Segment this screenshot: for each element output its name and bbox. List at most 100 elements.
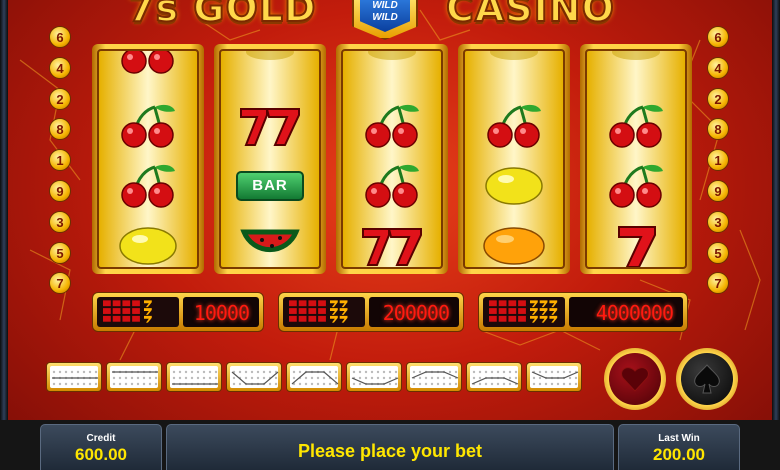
line-number-6: 6 [49, 26, 71, 48]
reel-symbol-partial [221, 51, 319, 83]
title-left: 7s GOLD [127, 0, 317, 31]
reel-5 [580, 44, 692, 274]
cherry-icon [121, 51, 174, 74]
partial-symbol-icon [246, 51, 294, 60]
reel-symbol-cherry [99, 95, 197, 157]
slot-machine: 7s GOLD WILD WILD CASINO 642819357 642819… [0, 0, 780, 470]
line-number-2: 2 [707, 87, 729, 110]
seven-icon [618, 226, 656, 267]
payline-pattern-icon [351, 370, 399, 386]
cherry-icon [609, 164, 663, 208]
reel-symbol-cherry [99, 155, 197, 217]
reel-symbol-watermelon [221, 215, 319, 267]
left-frame [0, 0, 8, 420]
message-panel: Please place your bet [166, 424, 614, 470]
reel-window [585, 49, 687, 269]
last-win-label: Last Win [658, 433, 700, 444]
line-number-7: 7 [49, 272, 71, 295]
reel-symbol-cherry [587, 95, 685, 157]
reel-window [97, 49, 199, 269]
payline-pattern-icon [172, 370, 218, 386]
payline-button-5[interactable] [286, 362, 342, 392]
last-win-value: 200.00 [653, 445, 705, 464]
status-message: Please place your bet [297, 441, 483, 461]
payline-button-1[interactable] [46, 362, 102, 392]
prize-combo-icon [97, 297, 179, 327]
footer-bar: Credit 600.00 Please place your bet Last… [0, 420, 780, 470]
prize-value: 4000000 [569, 297, 683, 327]
bar-icon: BAR [236, 171, 304, 201]
payline-button-7[interactable] [406, 362, 462, 392]
prize-panel-3: 4000000 [478, 292, 688, 332]
credit-value: 600.00 [75, 445, 127, 464]
line-number-9: 9 [707, 179, 729, 202]
line-number-2: 2 [49, 87, 71, 110]
reel-symbol-cherry [465, 95, 563, 157]
prize-combo-icon [483, 297, 565, 327]
cherry-icon [609, 104, 663, 148]
spade-icon [694, 364, 720, 394]
reel-window [341, 49, 443, 269]
cherry-icon [365, 164, 419, 208]
line-number-3: 3 [49, 210, 71, 233]
orange-icon [483, 227, 545, 265]
prize-panel-2: 200000 [278, 292, 464, 332]
double-seven-icon [362, 228, 422, 266]
cherry-icon [121, 164, 175, 208]
reel-symbol-cherry [343, 95, 441, 157]
prize-combo-icon [283, 297, 365, 327]
line-number-4: 4 [707, 56, 729, 79]
partial-symbol-icon [490, 51, 538, 60]
lemon-icon [119, 227, 177, 265]
line-numbers-left: 6 4 2 8 1 9 3 5 7 [49, 26, 73, 303]
line-number-5: 5 [707, 241, 729, 264]
line-number-7: 7 [707, 272, 729, 295]
right-frame [772, 0, 780, 420]
prize-panel-1: 10000 [92, 292, 264, 332]
line-number-9: 9 [49, 179, 71, 202]
payline-button-9[interactable] [526, 362, 582, 392]
title-right: CASINO [445, 0, 615, 31]
reel-symbol-partial [465, 51, 563, 83]
payline-button-4[interactable] [226, 362, 282, 392]
line-numbers-right: 6 4 2 8 1 9 3 5 7 [707, 26, 731, 303]
payline-pattern-icon [231, 370, 279, 386]
heart-icon [621, 367, 649, 392]
prize-value: 200000 [369, 297, 459, 327]
reel-symbol-partial [587, 51, 685, 83]
cherry-icon [121, 104, 175, 148]
line-number-4: 4 [49, 56, 71, 79]
reel-symbol-cherry [343, 155, 441, 217]
cherry-icon [487, 104, 541, 148]
line-number-6: 6 [707, 26, 729, 48]
payline-button-3[interactable] [166, 362, 222, 392]
payline-pattern-icon [411, 370, 459, 386]
partial-symbol-icon [612, 51, 660, 60]
reel-symbol-lemon [99, 215, 197, 267]
reel-symbol-bar: BAR [221, 155, 319, 217]
partial-symbol-icon [368, 51, 416, 60]
line-number-8: 8 [707, 118, 729, 141]
last-win-panel: Last Win 200.00 [618, 424, 740, 470]
gamble-red-button[interactable] [604, 348, 666, 410]
payline-button-8[interactable] [466, 362, 522, 392]
line-number-1: 1 [707, 149, 729, 172]
payline-button-6[interactable] [346, 362, 402, 392]
payline-pattern-icon [471, 370, 519, 386]
reel-window: BAR [219, 49, 321, 269]
reel-symbol-cherry-partial [99, 51, 197, 83]
payline-pattern-icon [291, 370, 339, 386]
reel-symbol-orange [465, 215, 563, 267]
reel-symbol-seven [587, 215, 685, 267]
line-number-5: 5 [49, 241, 71, 264]
payline-button-2[interactable] [106, 362, 162, 392]
reel-symbol-partial [343, 51, 441, 83]
reel-1 [92, 44, 204, 274]
lemon-icon [485, 167, 543, 205]
watermelon-icon [240, 229, 300, 253]
line-number-3: 3 [707, 210, 729, 233]
line-number-8: 8 [49, 118, 71, 141]
payline-pattern-icon [531, 370, 579, 386]
reel-symbol-lemon [465, 155, 563, 217]
gamble-black-button[interactable] [676, 348, 738, 410]
